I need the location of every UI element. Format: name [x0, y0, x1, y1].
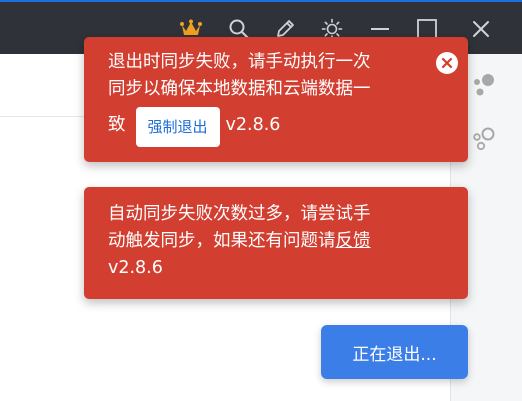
sync-error-toast: 退出时同步失败，请手动执行一次 同步以确保本地数据和云端数据一 致强制退出 v2.… — [84, 37, 468, 162]
force-exit-button[interactable]: 强制退出 — [135, 107, 220, 147]
toast-line: 致强制退出 v2.8.6 — [108, 103, 420, 147]
rings-icon[interactable] — [471, 126, 497, 156]
toast-text: 动触发同步，如果还有问题请 — [108, 231, 336, 251]
toast-text: 致 — [108, 115, 126, 135]
close-icon[interactable] — [436, 52, 458, 74]
version-label: v2.8.6 — [108, 258, 163, 278]
toast-line: 退出时同步失败，请手动执行一次 — [108, 52, 371, 72]
feedback-link[interactable]: 反馈 — [336, 231, 371, 251]
exiting-status: 正在退出... — [321, 325, 468, 379]
sync-retry-toast: 自动同步失败次数过多，请尝试手 动触发同步，如果还有问题请反馈 v2.8.6 — [84, 187, 468, 299]
toast-line: 动触发同步，如果还有问题请反馈 — [108, 228, 448, 255]
close-icon[interactable] — [468, 16, 494, 42]
version-label: v2.8.6 — [225, 115, 281, 135]
toast-line: 同步以确保本地数据和云端数据一 — [108, 79, 371, 99]
bubbles-icon[interactable] — [471, 72, 497, 102]
toast-line: 自动同步失败次数过多，请尝试手 — [108, 204, 371, 224]
